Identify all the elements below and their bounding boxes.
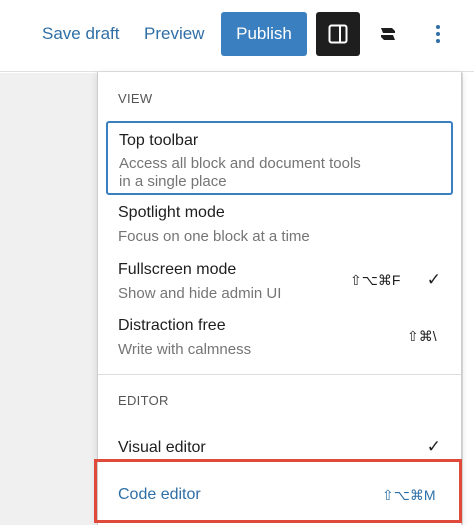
editor-header: Save draft Preview Publish: [0, 0, 474, 72]
menu-item-title: Distraction free: [118, 317, 226, 334]
menu-item-title: Top toolbar: [119, 132, 199, 149]
description-line-1: Access all block and document tools: [119, 155, 361, 172]
menu-item-top-toolbar[interactable]: Top toolbar Access all block and documen…: [106, 121, 453, 195]
code-editor-highlight-box: [94, 459, 462, 523]
options-dropdown-menu: VIEW Top toolbar Access all block and do…: [97, 72, 462, 525]
save-draft-button[interactable]: Save draft: [42, 12, 120, 56]
keyboard-shortcut: ⇧⌥⌘F: [350, 272, 401, 288]
styles-s-icon: [381, 28, 395, 40]
preview-button[interactable]: Preview: [144, 12, 204, 56]
checkmark-icon: ✓: [426, 270, 441, 289]
menu-separator: [98, 374, 461, 375]
sidebar-toggle-icon: [328, 24, 348, 44]
menu-item-distraction-free[interactable]: Distraction free Write with calmness ⇧⌘\: [106, 312, 453, 362]
publish-button[interactable]: Publish: [221, 12, 307, 56]
styles-button[interactable]: [368, 12, 408, 56]
menu-item-spotlight-mode[interactable]: Spotlight mode Focus on one block at a t…: [106, 199, 453, 249]
editor-group-label: EDITOR: [118, 393, 169, 408]
menu-item-title: Fullscreen mode: [118, 261, 237, 278]
menu-item-fullscreen-mode[interactable]: Fullscreen mode Show and hide admin UI ⇧…: [106, 256, 453, 306]
menu-item-description: Write with calmness: [118, 341, 252, 358]
menu-item-description: Show and hide admin UI: [118, 285, 282, 302]
menu-item-title: Spotlight mode: [118, 204, 225, 221]
description-line-2: in a single place: [119, 173, 227, 190]
checkmark-icon: ✓: [426, 437, 441, 456]
keyboard-shortcut: ⇧⌘\: [407, 328, 437, 344]
editor-window: Save draft Preview Publish VIEW Top tool…: [0, 0, 474, 525]
settings-sidebar-toggle[interactable]: [316, 12, 360, 56]
sidebar-edge: [462, 73, 474, 525]
view-group-label: VIEW: [118, 91, 153, 106]
menu-item-title: Visual editor: [118, 439, 206, 456]
options-menu-button[interactable]: [420, 12, 456, 56]
menu-item-description: Access all block and document tools in a…: [119, 155, 361, 191]
menu-item-description: Focus on one block at a time: [118, 228, 310, 245]
vertical-ellipsis-icon: [436, 25, 440, 43]
editor-canvas-area: [0, 73, 97, 525]
